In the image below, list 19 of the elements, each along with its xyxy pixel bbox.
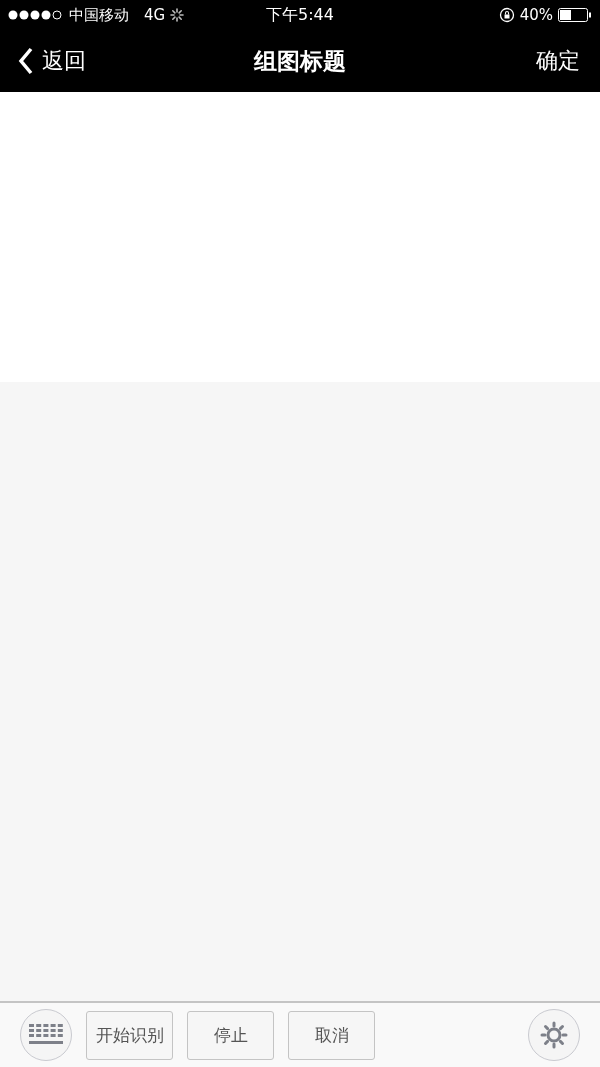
page-title: 组图标题 [254, 46, 346, 76]
chevron-left-icon [18, 47, 34, 75]
settings-button[interactable] [528, 1009, 580, 1061]
signal-icon [8, 10, 64, 20]
back-button[interactable]: 返回 [18, 46, 86, 76]
toolbar-button[interactable]: 取消 [288, 1010, 375, 1060]
status-time: 下午5:44 [266, 4, 334, 26]
toolbar-button[interactable]: 停止 [187, 1010, 274, 1060]
keyboard-button[interactable] [20, 1009, 72, 1061]
settings-icon [540, 1021, 568, 1049]
battery-percent: 40% [519, 6, 553, 24]
keyboard-icon [29, 1024, 63, 1046]
network-type: 4G [144, 6, 166, 24]
loading-icon [170, 8, 185, 22]
battery-icon [558, 8, 592, 22]
rotation-lock-icon [498, 7, 515, 23]
carrier-name: 中国移动 [69, 5, 129, 25]
confirm-button[interactable]: 确定 [536, 46, 580, 76]
toolbar-button[interactable]: 开始识别 [86, 1010, 173, 1060]
